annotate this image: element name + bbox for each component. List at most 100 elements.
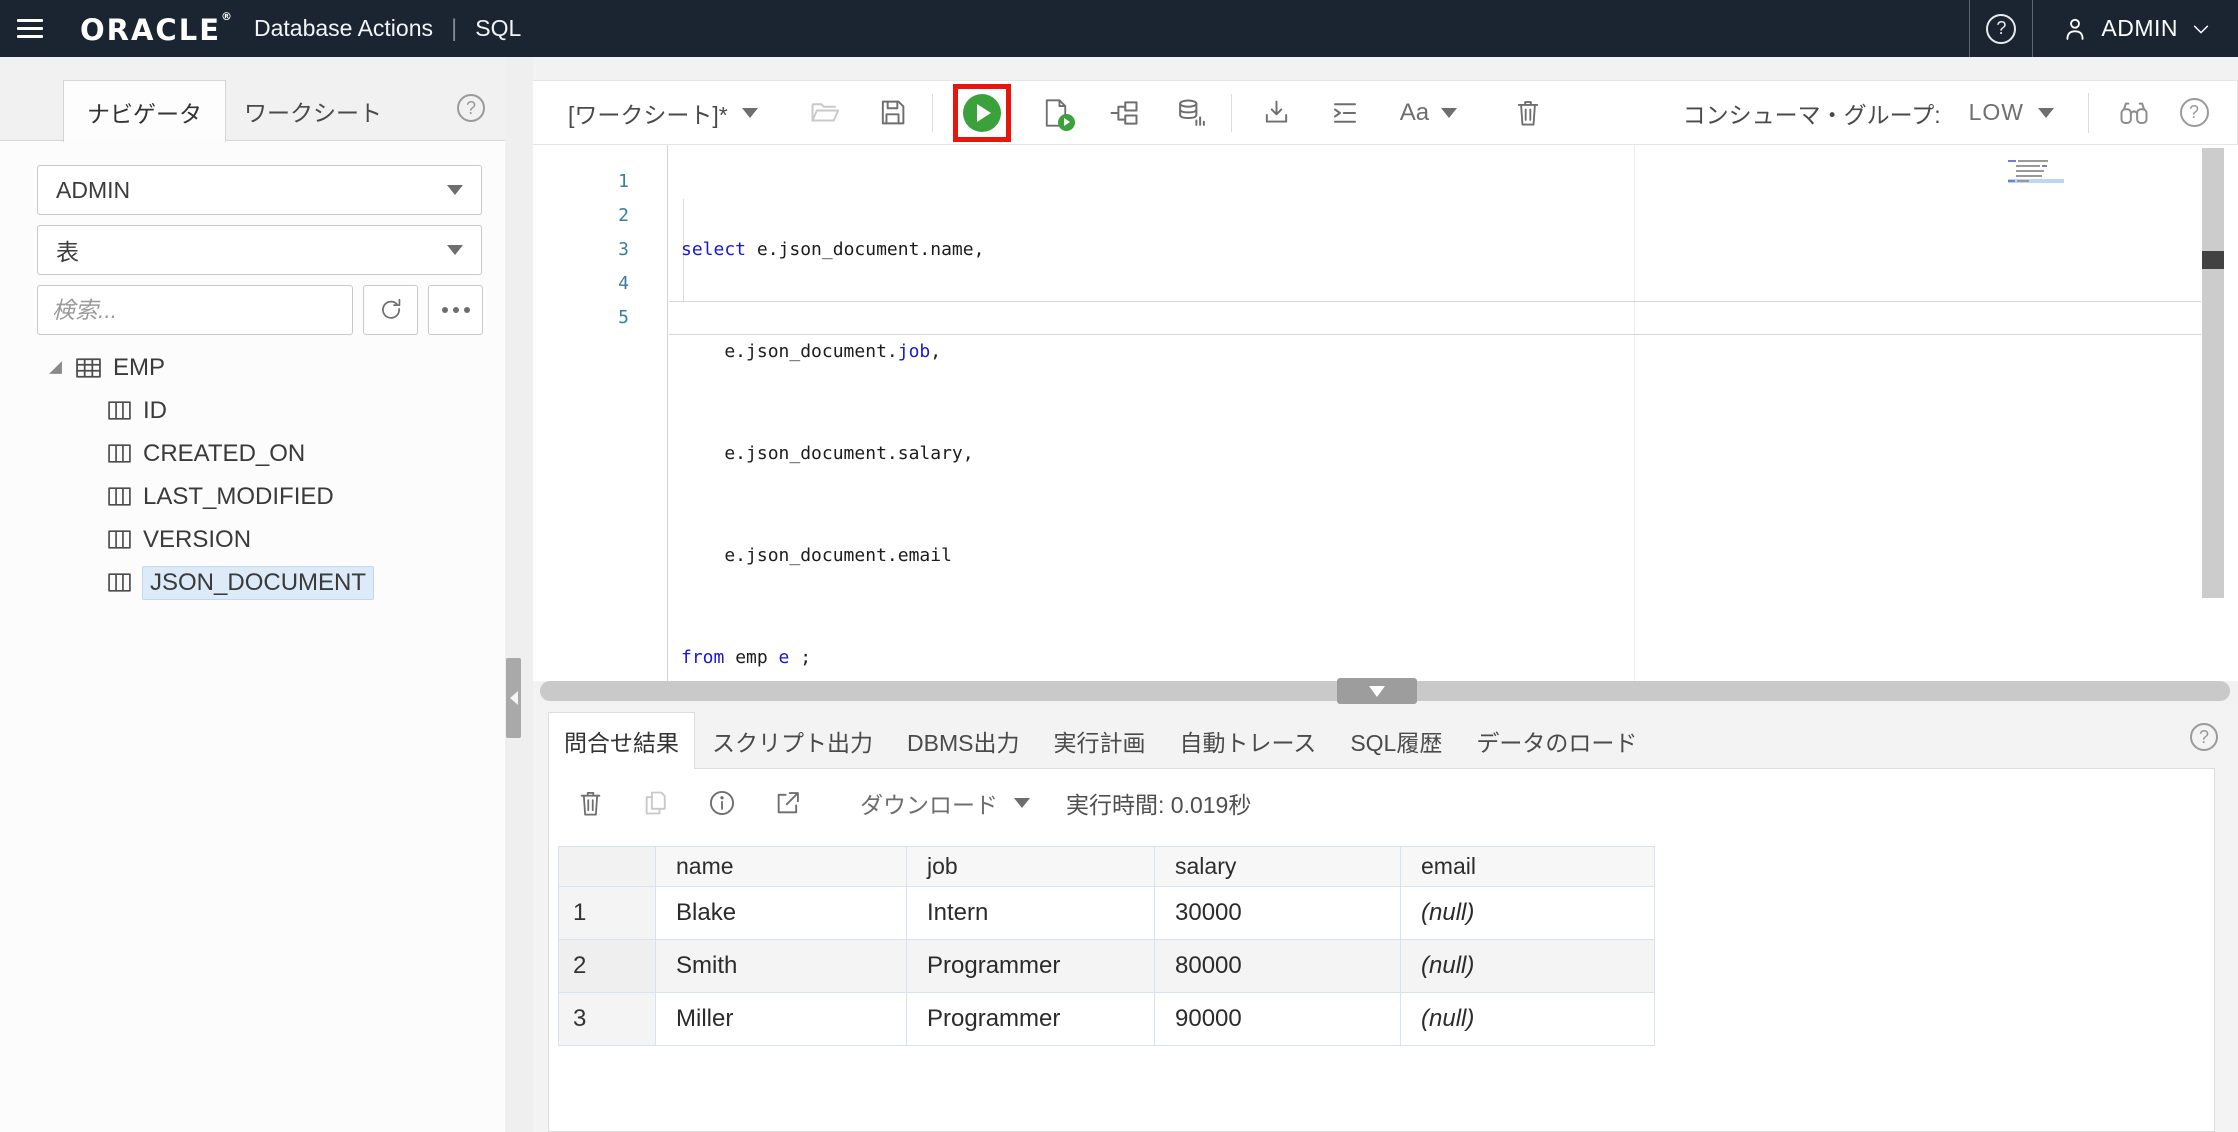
hamburger-menu-icon[interactable] [0, 0, 60, 57]
tree-expander-icon[interactable] [48, 360, 63, 375]
grid-header-job[interactable]: job [907, 847, 1155, 887]
copy-button[interactable] [640, 787, 672, 819]
query-result-content: ダウンロード 実行時間: 0.019秒 name job salary emai… [548, 768, 2215, 1132]
tree-item-id[interactable]: ID [0, 389, 505, 432]
results-splitter[interactable] [540, 681, 2230, 701]
worksheet-selector[interactable]: [ワークシート]* [568, 96, 758, 130]
schema-select[interactable]: ADMIN [37, 165, 482, 215]
grid-header-email[interactable]: email [1401, 847, 1655, 887]
editor-scrollbar-thumb[interactable] [2202, 251, 2224, 269]
consumer-group-select[interactable]: LOW [1969, 99, 2054, 126]
grid-header-name[interactable]: name [656, 847, 907, 887]
line-number: 2 [533, 199, 667, 233]
explain-plan-button[interactable] [1109, 98, 1139, 128]
download-editor-button[interactable] [1262, 98, 1292, 128]
grid-cell[interactable]: Smith [656, 940, 907, 993]
grid-cell[interactable]: 80000 [1155, 940, 1401, 993]
tab-script-output[interactable]: スクリプト出力 [712, 724, 873, 758]
user-menu[interactable]: ADMIN [2033, 15, 2238, 43]
grid-rownum-cell[interactable]: 3 [559, 993, 656, 1046]
grid-rownum-cell[interactable]: 2 [559, 940, 656, 993]
app-window: ORACLE® Database Actions | SQL ADMIN ナビゲ… [0, 0, 2238, 1132]
run-statement-button-highlighted[interactable] [953, 84, 1011, 142]
refresh-icon [378, 297, 404, 323]
results-grid: name job salary email 1 Blake Intern 300… [558, 846, 1655, 1046]
topbar-help-button[interactable] [1970, 14, 2032, 44]
editor-gutter: 1 2 3 4 5 [533, 145, 668, 681]
tab-worksheet[interactable]: ワークシート [238, 80, 388, 141]
results-toolbar: ダウンロード 実行時間: 0.019秒 [549, 769, 2214, 820]
tree-item-emp[interactable]: EMP [0, 346, 505, 389]
save-button[interactable] [878, 98, 908, 128]
grid-corner-cell[interactable] [559, 847, 656, 887]
line-number: 3 [533, 233, 667, 267]
editor-scrollbar[interactable] [2202, 148, 2224, 598]
toolbar-divider [2088, 93, 2089, 133]
object-tree: EMP ID CREATED_ON LAST_MODIFIED VERSION [0, 346, 505, 604]
tree-item-last-modified[interactable]: LAST_MODIFIED [0, 475, 505, 518]
column-icon [107, 571, 132, 594]
code-line: from emp e ; [681, 641, 984, 675]
editor-minimap[interactable] [2008, 159, 2064, 184]
play-badge-icon [1058, 114, 1075, 131]
open-file-button[interactable] [810, 98, 840, 128]
consumer-group-value: LOW [1969, 99, 2024, 126]
grid-cell[interactable]: Miller [656, 993, 907, 1046]
discard-results-button[interactable] [574, 787, 606, 819]
info-button[interactable] [706, 787, 738, 819]
font-size-dropdown[interactable]: Aa [1400, 99, 1457, 127]
grid-header-salary[interactable]: salary [1155, 847, 1401, 887]
grid-cell[interactable]: Programmer [907, 940, 1155, 993]
sql-editor[interactable]: 1 2 3 4 5 select e.json_document.name, e… [533, 145, 2238, 681]
grid-cell-null[interactable]: (null) [1401, 993, 1655, 1046]
download-results-dropdown[interactable]: ダウンロード [860, 786, 1030, 820]
tab-autotrace[interactable]: 自動トレース [1179, 724, 1316, 758]
grid-cell[interactable]: Programmer [907, 993, 1155, 1046]
navigator-panel: ADMIN 表 [0, 141, 505, 1132]
grid-cell[interactable]: Intern [907, 887, 1155, 940]
worksheet-help-button[interactable] [2177, 96, 2211, 130]
ellipsis-icon [442, 307, 470, 313]
search-input[interactable] [37, 285, 353, 335]
results-splitter-handle[interactable] [1337, 678, 1417, 704]
open-in-new-window-button[interactable] [772, 787, 804, 819]
tab-dbms-output[interactable]: DBMS出力 [907, 724, 1019, 758]
help-icon [2180, 98, 2209, 127]
download-label: ダウンロード [860, 786, 998, 820]
tree-item-json-document[interactable]: JSON_DOCUMENT [0, 561, 505, 604]
sidebar-splitter[interactable] [505, 57, 533, 1132]
grid-cell-null[interactable]: (null) [1401, 940, 1655, 993]
grid-cell[interactable]: 30000 [1155, 887, 1401, 940]
format-button[interactable] [1330, 98, 1360, 128]
line-number: 5 [533, 301, 667, 335]
more-options-button[interactable] [428, 285, 483, 335]
grid-rownum-cell[interactable]: 1 [559, 887, 656, 940]
sidebar-splitter-handle[interactable] [506, 658, 521, 738]
object-type-select[interactable]: 表 [37, 225, 482, 275]
grid-cell-null[interactable]: (null) [1401, 887, 1655, 940]
results-help-button[interactable] [2190, 723, 2218, 751]
grid-row: 3 Miller Programmer 90000 (null) [559, 993, 1655, 1046]
run-script-button[interactable] [1041, 98, 1071, 128]
tab-navigator[interactable]: ナビゲータ [63, 80, 226, 142]
grid-cell[interactable]: Blake [656, 887, 907, 940]
tree-item-version[interactable]: VERSION [0, 518, 505, 561]
column-icon [107, 485, 132, 508]
tree-item-created-on[interactable]: CREATED_ON [0, 432, 505, 475]
tree-item-label: ID [143, 397, 167, 425]
tab-explain-plan[interactable]: 実行計画 [1053, 724, 1145, 758]
folder-open-icon [810, 98, 840, 128]
font-size-label: Aa [1400, 99, 1429, 127]
caret-down-icon [1014, 798, 1030, 808]
find-button[interactable] [2117, 96, 2151, 130]
tab-query-result[interactable]: 問合せ結果 [548, 712, 695, 769]
autotrace-button[interactable] [1177, 98, 1207, 128]
tab-sql-history[interactable]: SQL履歴 [1350, 724, 1442, 758]
sidebar-help-button[interactable] [457, 94, 485, 122]
code-area[interactable]: select e.json_document.name, e.json_docu… [681, 165, 984, 681]
grid-cell[interactable]: 90000 [1155, 993, 1401, 1046]
tab-data-load[interactable]: データのロード [1476, 724, 1637, 758]
clear-worksheet-button[interactable] [1513, 98, 1543, 128]
top-bar: ORACLE® Database Actions | SQL ADMIN [0, 0, 2238, 57]
refresh-button[interactable] [363, 285, 418, 335]
